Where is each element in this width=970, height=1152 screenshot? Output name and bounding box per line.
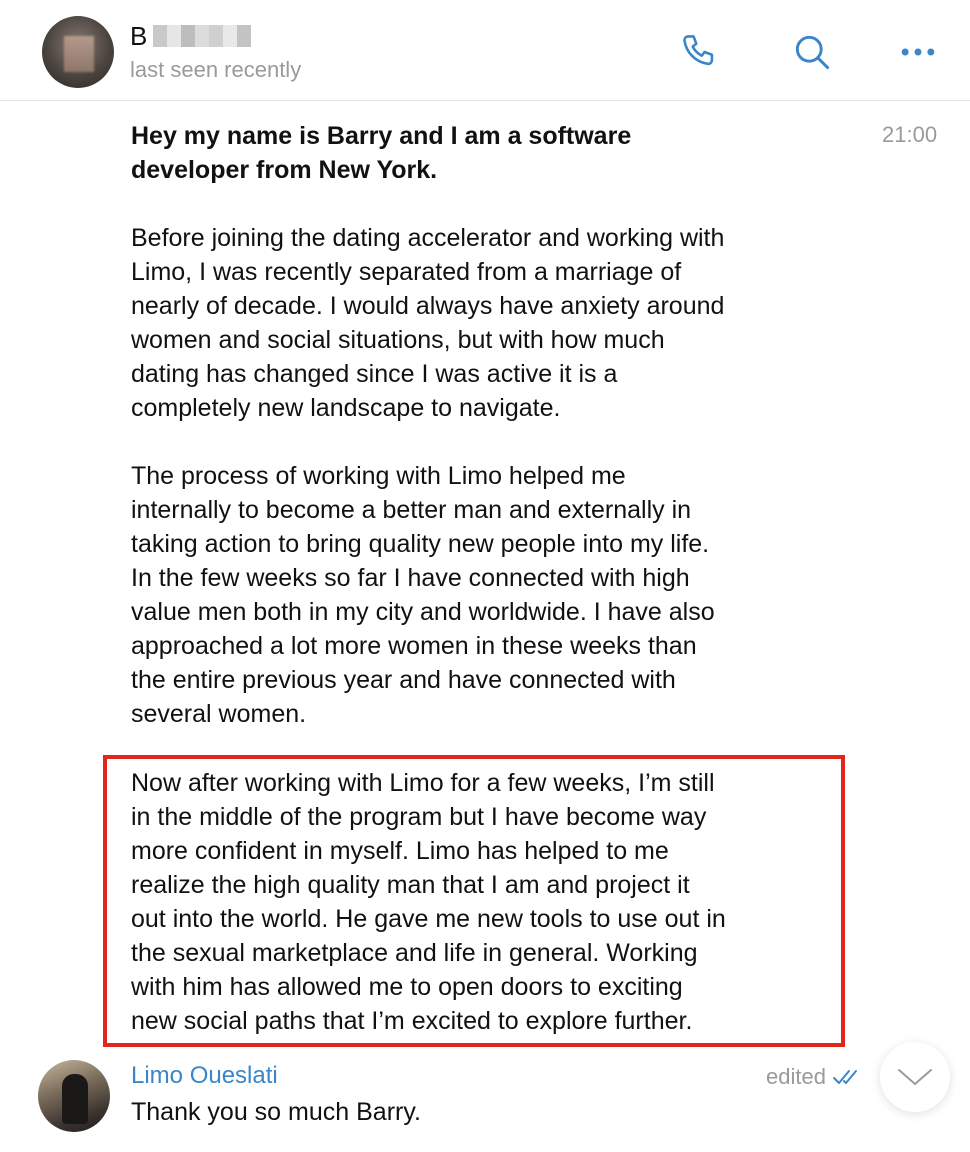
contact-name[interactable]: B bbox=[130, 20, 252, 52]
message-paragraph-3-highlighted: Now after working with Limo for a few we… bbox=[131, 769, 726, 1035]
double-check-icon bbox=[832, 1070, 857, 1084]
contact-avatar[interactable] bbox=[42, 16, 114, 88]
chevron-down-icon bbox=[898, 1069, 932, 1085]
phone-icon bbox=[683, 35, 714, 66]
chat-window: B last seen recently 21:00 Hey my name i… bbox=[0, 0, 970, 1152]
contact-name-initial: B bbox=[130, 20, 148, 51]
contact-name-redacted bbox=[153, 25, 252, 47]
reply-author-avatar[interactable] bbox=[38, 1060, 110, 1132]
contact-status: last seen recently bbox=[130, 57, 302, 82]
more-button[interactable] bbox=[894, 28, 942, 76]
avatar-figure bbox=[62, 1074, 88, 1124]
call-button[interactable] bbox=[676, 28, 724, 76]
message-timestamp: 21:00 bbox=[882, 122, 938, 147]
message-intro: Hey my name is Barry and I am a software… bbox=[131, 122, 632, 184]
message-body[interactable]: Hey my name is Barry and I am a software… bbox=[131, 119, 843, 731]
reply-author-name[interactable]: Limo Oueslati bbox=[131, 1062, 278, 1090]
chat-header: B last seen recently bbox=[0, 0, 970, 101]
avatar-blurred-face bbox=[64, 36, 94, 72]
search-button[interactable] bbox=[788, 28, 836, 76]
more-icon bbox=[901, 48, 935, 56]
message-paragraph-2: The process of working with Limo helped … bbox=[131, 462, 715, 728]
reply-message-text: Thank you so much Barry. bbox=[131, 1098, 421, 1126]
edited-label: edited bbox=[766, 1064, 826, 1089]
search-icon bbox=[795, 35, 830, 70]
scroll-down-button[interactable] bbox=[880, 1042, 950, 1112]
reply-meta: edited bbox=[766, 1064, 862, 1090]
message-paragraph-1: Before joining the dating accelerator an… bbox=[131, 224, 725, 422]
